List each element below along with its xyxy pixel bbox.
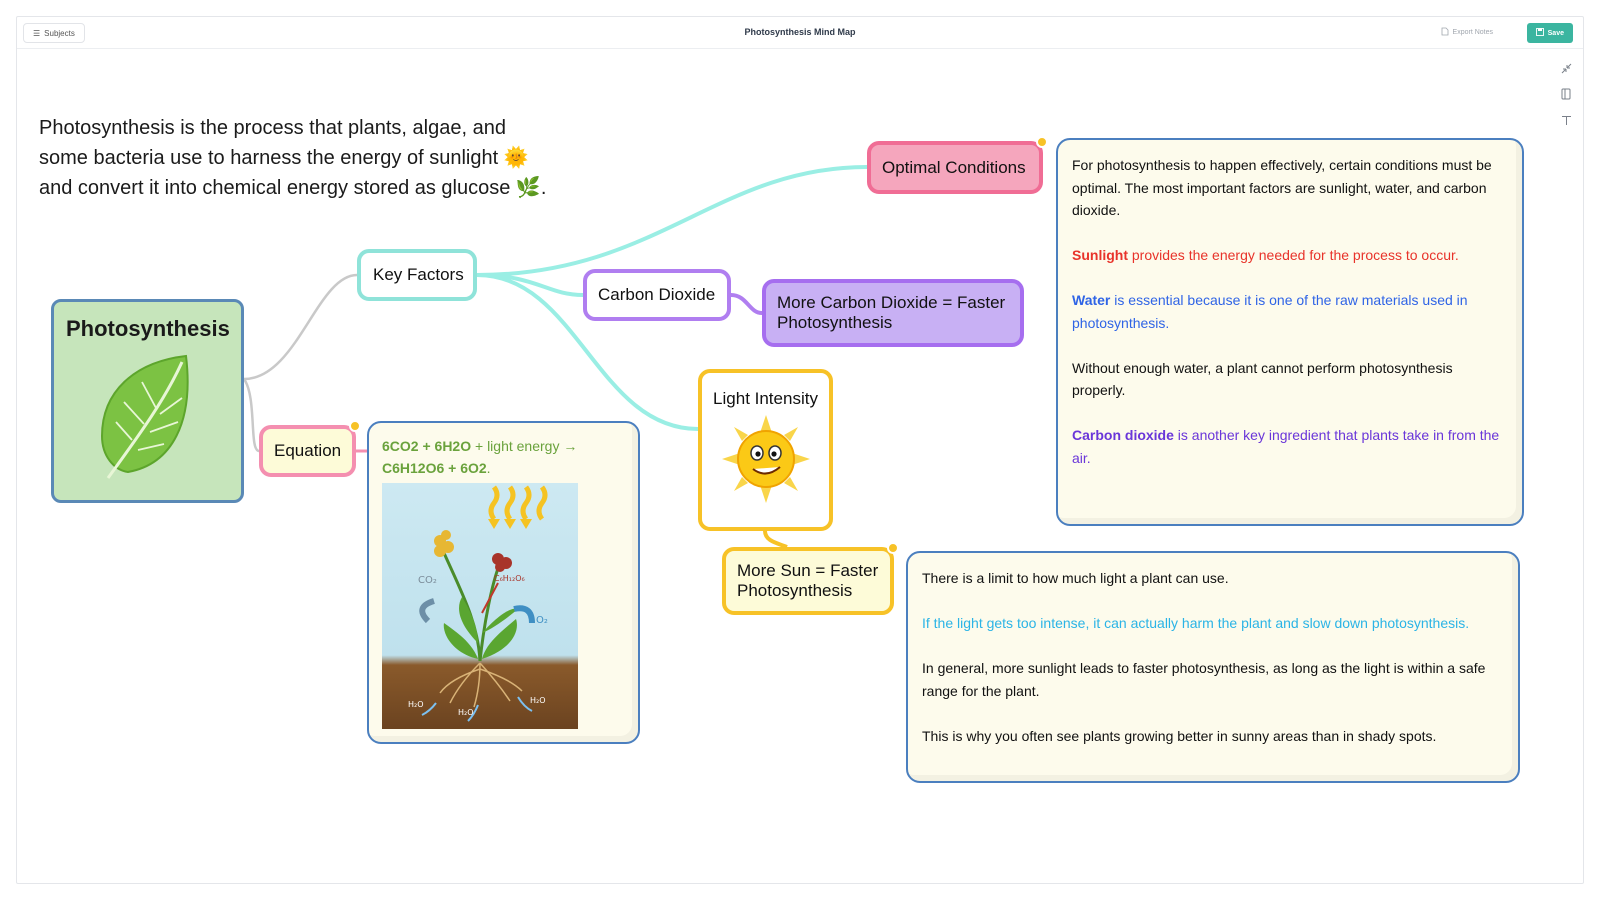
node-more-sun[interactable]: More Sun = Faster Photosynthesis [722, 542, 899, 615]
node-carbon-dioxide[interactable]: Carbon Dioxide [583, 269, 731, 321]
equation-note-card[interactable]: 6CO2 + 6H2O + light energy → C6H12O6 + 6… [367, 421, 640, 744]
node-key-factors[interactable]: Key Factors [357, 249, 477, 301]
optimal-conditions-note-card[interactable]: For photosynthesis to happen effectively… [1056, 138, 1524, 526]
node-light-intensity[interactable]: Light Intensity [698, 369, 833, 531]
note-paragraph-co2: Carbon dioxide is another key ingredient… [1072, 424, 1508, 469]
label-h2o-1: H₂O [408, 700, 424, 709]
formula-energy: + light energy → [471, 438, 578, 454]
node-optimal-label: Optimal Conditions [882, 157, 1026, 177]
note-text: provides the energy needed for the proce… [1128, 247, 1459, 263]
formula-end: . [486, 460, 491, 476]
node-more-co2[interactable]: More Carbon Dioxide = Faster Photosynthe… [762, 279, 1024, 347]
leaf-icon [94, 352, 204, 487]
note-bold-term: Carbon dioxide [1072, 427, 1174, 443]
label-o2: O₂ [536, 615, 548, 626]
note-paragraph: For photosynthesis to happen effectively… [1072, 157, 1492, 218]
note-text: is essential because it is one of the ra… [1072, 292, 1468, 331]
note-paragraph: There is a limit to how much light a pla… [922, 570, 1229, 586]
central-node-label: Photosynthesis [66, 316, 230, 341]
light-intensity-note-card[interactable]: There is a limit to how much light a pla… [906, 551, 1520, 783]
mind-map-window: ☰ Subjects Photosynthesis Mind Map Expor… [16, 16, 1584, 884]
label-co2: CO₂ [418, 575, 437, 586]
note-paragraph: Without enough water, a plant cannot per… [1072, 359, 1453, 399]
node-light-label: Light Intensity [713, 389, 818, 408]
link-central-equation [242, 378, 260, 453]
node-marker-dot [887, 542, 899, 554]
formula-reactants: 6CO2 + 6H2O [382, 438, 472, 454]
link-central-keyfactors [243, 273, 358, 381]
note-paragraph-sunlight: Sunlight provides the energy needed for … [1072, 244, 1508, 267]
node-more-sun-label: More Sun = Faster Photosynthesis [737, 561, 879, 600]
equation-formula: 6CO2 + 6H2O + light energy → C6H12O6 + 6… [382, 435, 625, 479]
node-marker-dot [1036, 136, 1048, 148]
note-bold-term: Water [1072, 292, 1111, 308]
note-bold-term: Sunlight [1072, 247, 1128, 263]
sun-icon [720, 413, 812, 510]
label-h2o-3: H₂O [530, 696, 546, 705]
node-equation[interactable]: Equation [259, 420, 361, 477]
note-paragraph-water: Water is essential because it is one of … [1072, 289, 1508, 334]
node-marker-dot [349, 420, 361, 432]
label-h2o-2: H₂O [458, 708, 474, 717]
formula-products: C6H12O6 + 6O2 [382, 460, 487, 476]
node-optimal-conditions[interactable]: Optimal Conditions [867, 136, 1048, 194]
note-paragraph: This is why you often see plants growing… [922, 727, 1437, 744]
link-carbon-moreco2 [730, 293, 763, 315]
note-paragraph: In general, more sunlight leads to faste… [922, 660, 1486, 699]
link-keyfactors-optimal [476, 165, 868, 277]
node-equation-label: Equation [274, 441, 342, 460]
central-node-photosynthesis[interactable]: Photosynthesis [51, 299, 244, 503]
link-light-moresun [763, 530, 788, 549]
photosynthesis-diagram-image: CO₂ C₆H₁₂O₆ O₂ H₂O H₂O H₂O [382, 483, 578, 729]
note-paragraph-warning: If the light gets too intense, it can ac… [922, 615, 1470, 631]
label-glucose: C₆H₁₂O₆ [494, 574, 525, 583]
